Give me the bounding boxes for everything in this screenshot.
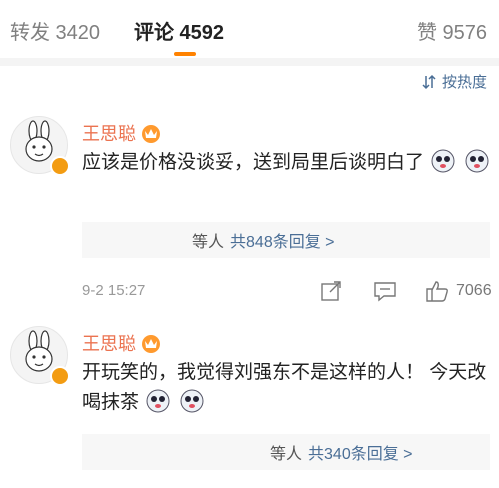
comment-item: 王思聪 开玩笑的，我觉得刘强东不是这样的人！ 今天改喝抹茶 等人 共340条回复… (0, 322, 499, 488)
sort-label: 按热度 (441, 74, 487, 91)
comment-content: 应该是价格没谈妥，送到局里后谈明白了 (82, 148, 492, 178)
tab-like[interactable]: 赞 9576 (417, 16, 487, 45)
sort-button[interactable]: 按热度 (422, 71, 487, 92)
active-tab-indicator (174, 52, 196, 56)
comment-text: 应该是价格没谈妥，送到局里后谈明白了 (82, 152, 425, 173)
comment-item: 王思聪 应该是价格没谈妥，送到局里后谈明白了 等人 共848条回复 > 9-2 … (0, 112, 499, 312)
username[interactable]: 王思聪 (82, 120, 162, 146)
tab-bar: 转发 3420 评论 4592 赞 9576 (0, 0, 499, 58)
sort-icon (422, 74, 436, 89)
comment-meta: 9-2 15:27 7066 (82, 278, 496, 304)
emoji-icon (180, 389, 204, 413)
comment-icon[interactable] (372, 278, 398, 304)
replies-count: 共848条回复 > (230, 234, 335, 251)
username-text: 王思聪 (82, 334, 136, 354)
tab-repost[interactable]: 转发 3420 (10, 16, 100, 45)
emoji-icon (465, 149, 489, 173)
comment-time: 9-2 15:27 (82, 282, 146, 299)
replies-link[interactable]: 等人 共340条回复 > (82, 434, 490, 470)
replies-count: 共340条回复 > (308, 446, 413, 463)
tab-comment[interactable]: 评论 4592 (134, 16, 224, 45)
replies-who: 等人 (192, 234, 225, 251)
replies-link[interactable]: 等人 共848条回复 > (82, 222, 490, 258)
like-count: 7066 (456, 282, 492, 299)
comment-text: 开玩笑的，我觉得刘强东不是这样的人！ 今天改喝抹茶 (82, 362, 487, 413)
thumbs-up-icon[interactable] (424, 278, 450, 304)
username[interactable]: 王思聪 (82, 330, 162, 356)
verified-badge-icon (50, 156, 70, 176)
vip-crown-icon (142, 335, 160, 353)
comment-content: 开玩笑的，我觉得刘强东不是这样的人！ 今天改喝抹茶 (82, 358, 492, 418)
section-divider (0, 58, 499, 66)
verified-badge-icon (50, 366, 70, 386)
forward-icon[interactable] (318, 278, 344, 304)
replies-who: 等人 (270, 446, 303, 463)
vip-crown-icon (142, 125, 160, 143)
username-text: 王思聪 (82, 124, 136, 144)
emoji-icon (146, 389, 170, 413)
emoji-icon (431, 149, 455, 173)
